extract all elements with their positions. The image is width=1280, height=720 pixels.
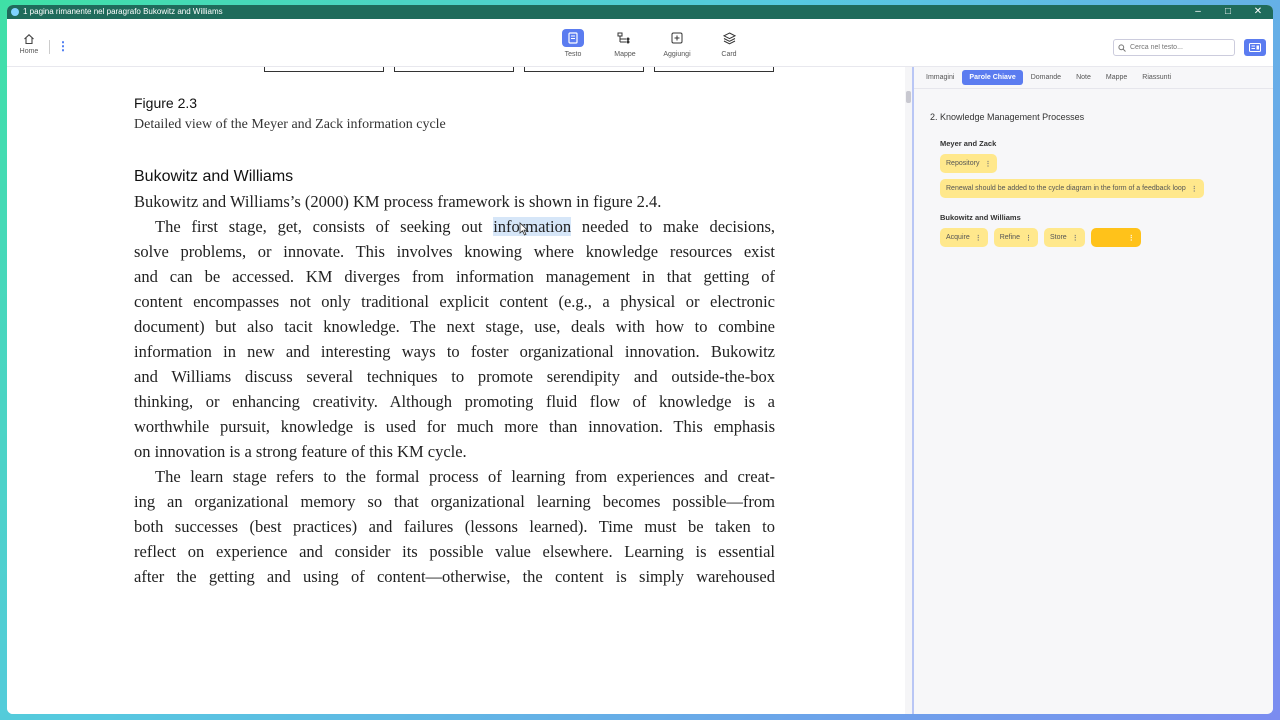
tool-label: Testo [564, 51, 582, 58]
text-line: after the getting and using of content—o… [134, 567, 775, 586]
document-viewer[interactable]: Figure 2.3 Detailed view of the Meyer an… [7, 67, 905, 714]
home-button[interactable]: Home [17, 33, 41, 55]
window-controls: – □ ✕ [1183, 5, 1273, 19]
diagram-box [394, 67, 514, 72]
window-title: 1 pagina rimanente nel paragrafo Bukowit… [23, 7, 223, 16]
tab-mappe[interactable]: Mappe [1099, 70, 1134, 85]
text-fragment: needed to make decisions, [581, 217, 776, 236]
keyword-chip[interactable]: Store ⋮ [1043, 228, 1085, 247]
keyword-label: Repository [946, 160, 980, 167]
minimize-icon[interactable]: – [1183, 5, 1213, 19]
more-options-icon[interactable]: ⋮ [57, 39, 69, 53]
text-line: ing an organizational memory so that org… [134, 492, 775, 511]
keyword-list: Acquire ⋮ Refine ⋮ Store ⋮ ⋮ [940, 228, 1141, 247]
keyword-label: Refine [999, 234, 1020, 241]
body-text[interactable]: Bukowitz and Williams’s (2000) KM proces… [134, 189, 775, 589]
maximize-icon[interactable]: □ [1213, 5, 1243, 19]
panel-toggle-icon [1249, 43, 1261, 52]
text-line: and can be accessed. KM diverges from in… [134, 267, 775, 286]
search-input[interactable] [1130, 44, 1230, 51]
text-line: information in new and interesting ways … [134, 342, 775, 361]
app-window: 1 pagina rimanente nel paragrafo Bukowit… [7, 5, 1273, 714]
tool-testo[interactable]: Testo [547, 29, 599, 58]
top-toolbar: Home ⋮ Testo Mappe Aggiungi Card Cerca n… [7, 19, 1273, 67]
keyword-group-title: Bukowitz and Williams [940, 213, 1021, 222]
add-square-icon [666, 29, 688, 47]
tool-aggiungi[interactable]: Aggiungi [651, 29, 703, 58]
chip-menu-icon[interactable]: ⋮ [1191, 185, 1198, 193]
keyword-group-title: Meyer and Zack [940, 139, 997, 148]
text-line: Bukowitz and Williams’s (2000) KM proces… [134, 192, 662, 211]
home-icon [24, 34, 34, 45]
keyword-label: Store [1049, 234, 1067, 241]
tab-riassunti[interactable]: Riassunti [1135, 70, 1178, 85]
text-line: The first stage, get, consists of seekin… [134, 214, 775, 239]
panel-section-title: 2. Knowledge Management Processes [930, 112, 1085, 122]
tool-label: Card [721, 51, 737, 58]
chip-menu-icon[interactable]: ⋮ [1072, 234, 1079, 242]
diagram-box [654, 67, 774, 72]
scrollbar-thumb[interactable] [906, 91, 911, 103]
keyword-list: Repository ⋮ [940, 154, 998, 173]
figure-diagram-fragment [264, 67, 774, 72]
search-box[interactable] [1113, 39, 1235, 56]
app-icon [11, 8, 19, 16]
cards-stack-icon [718, 29, 740, 47]
tool-mappe[interactable]: Mappe [599, 29, 651, 58]
close-icon[interactable]: ✕ [1243, 5, 1273, 19]
tool-group: Testo Mappe Aggiungi Card [547, 29, 755, 58]
section-heading: Bukowitz and Williams [134, 168, 294, 185]
home-label: Home [19, 48, 39, 55]
tool-card[interactable]: Card [703, 29, 755, 58]
figure-caption: Detailed view of the Meyer and Zack info… [134, 117, 446, 132]
selected-word[interactable]: information [493, 217, 572, 236]
chip-menu-icon[interactable]: ⋮ [1025, 234, 1032, 242]
panel-toggle-button[interactable] [1244, 39, 1266, 56]
chip-menu-icon[interactable]: ⋮ [1128, 234, 1135, 242]
text-line: The learn stage refers to the formal pro… [155, 467, 775, 486]
tab-note[interactable]: Note [1069, 70, 1098, 85]
keyword-label: Renewal should be added to the cycle dia… [946, 185, 1186, 192]
map-tree-icon [614, 29, 636, 47]
tool-label: Aggiungi [663, 51, 691, 58]
figure-title: Figure 2.3 [134, 95, 198, 111]
text-line: on innovation is a strong feature of thi… [134, 442, 467, 461]
keyword-list: Renewal should be added to the cycle dia… [940, 179, 1204, 198]
keyword-chip[interactable]: Renewal should be added to the cycle dia… [940, 179, 1204, 198]
title-bar: 1 pagina rimanente nel paragrafo Bukowit… [7, 5, 1273, 19]
text-line: thinking, or enhancing creativity. Altho… [134, 392, 775, 411]
panel-tabs: Immagini Parole Chiave Domande Note Mapp… [914, 67, 1273, 89]
chip-menu-icon[interactable]: ⋮ [975, 234, 982, 242]
document-scrollbar[interactable] [905, 67, 912, 714]
text-line: worthwhile pursuit, knowledge is used fo… [134, 417, 775, 436]
text-line: and Williams discuss several techniques … [134, 367, 775, 386]
keyword-chip-selected[interactable]: ⋮ [1090, 228, 1141, 247]
keyword-label: Acquire [946, 234, 970, 241]
text-line: reflect on experience and consider its p… [134, 542, 775, 561]
search-icon [1118, 43, 1126, 52]
text-line: content encompasses not only traditional… [134, 292, 775, 311]
keyword-chip[interactable]: Repository ⋮ [940, 154, 998, 173]
keyword-chip[interactable]: Refine ⋮ [993, 228, 1038, 247]
diagram-box [524, 67, 644, 72]
side-panel: Immagini Parole Chiave Domande Note Mapp… [914, 67, 1273, 714]
toolbar-divider [49, 40, 50, 54]
text-cursor-icon [519, 222, 529, 236]
text-fragment: The first stage, get, consists of seekin… [155, 217, 483, 236]
tab-parole-chiave[interactable]: Parole Chiave [962, 70, 1023, 85]
document-icon [562, 29, 584, 47]
tab-domande[interactable]: Domande [1024, 70, 1068, 85]
tab-immagini[interactable]: Immagini [919, 70, 961, 85]
text-line: both successes (best practices) and fail… [134, 517, 775, 536]
keyword-chip[interactable]: Acquire ⋮ [940, 228, 988, 247]
tool-label: Mappe [614, 51, 636, 58]
text-line: solve problems, or innovate. This involv… [134, 242, 775, 261]
text-line: document) but also tacit knowledge. The … [134, 317, 775, 336]
diagram-box [264, 67, 384, 72]
chip-menu-icon[interactable]: ⋮ [984, 160, 991, 168]
